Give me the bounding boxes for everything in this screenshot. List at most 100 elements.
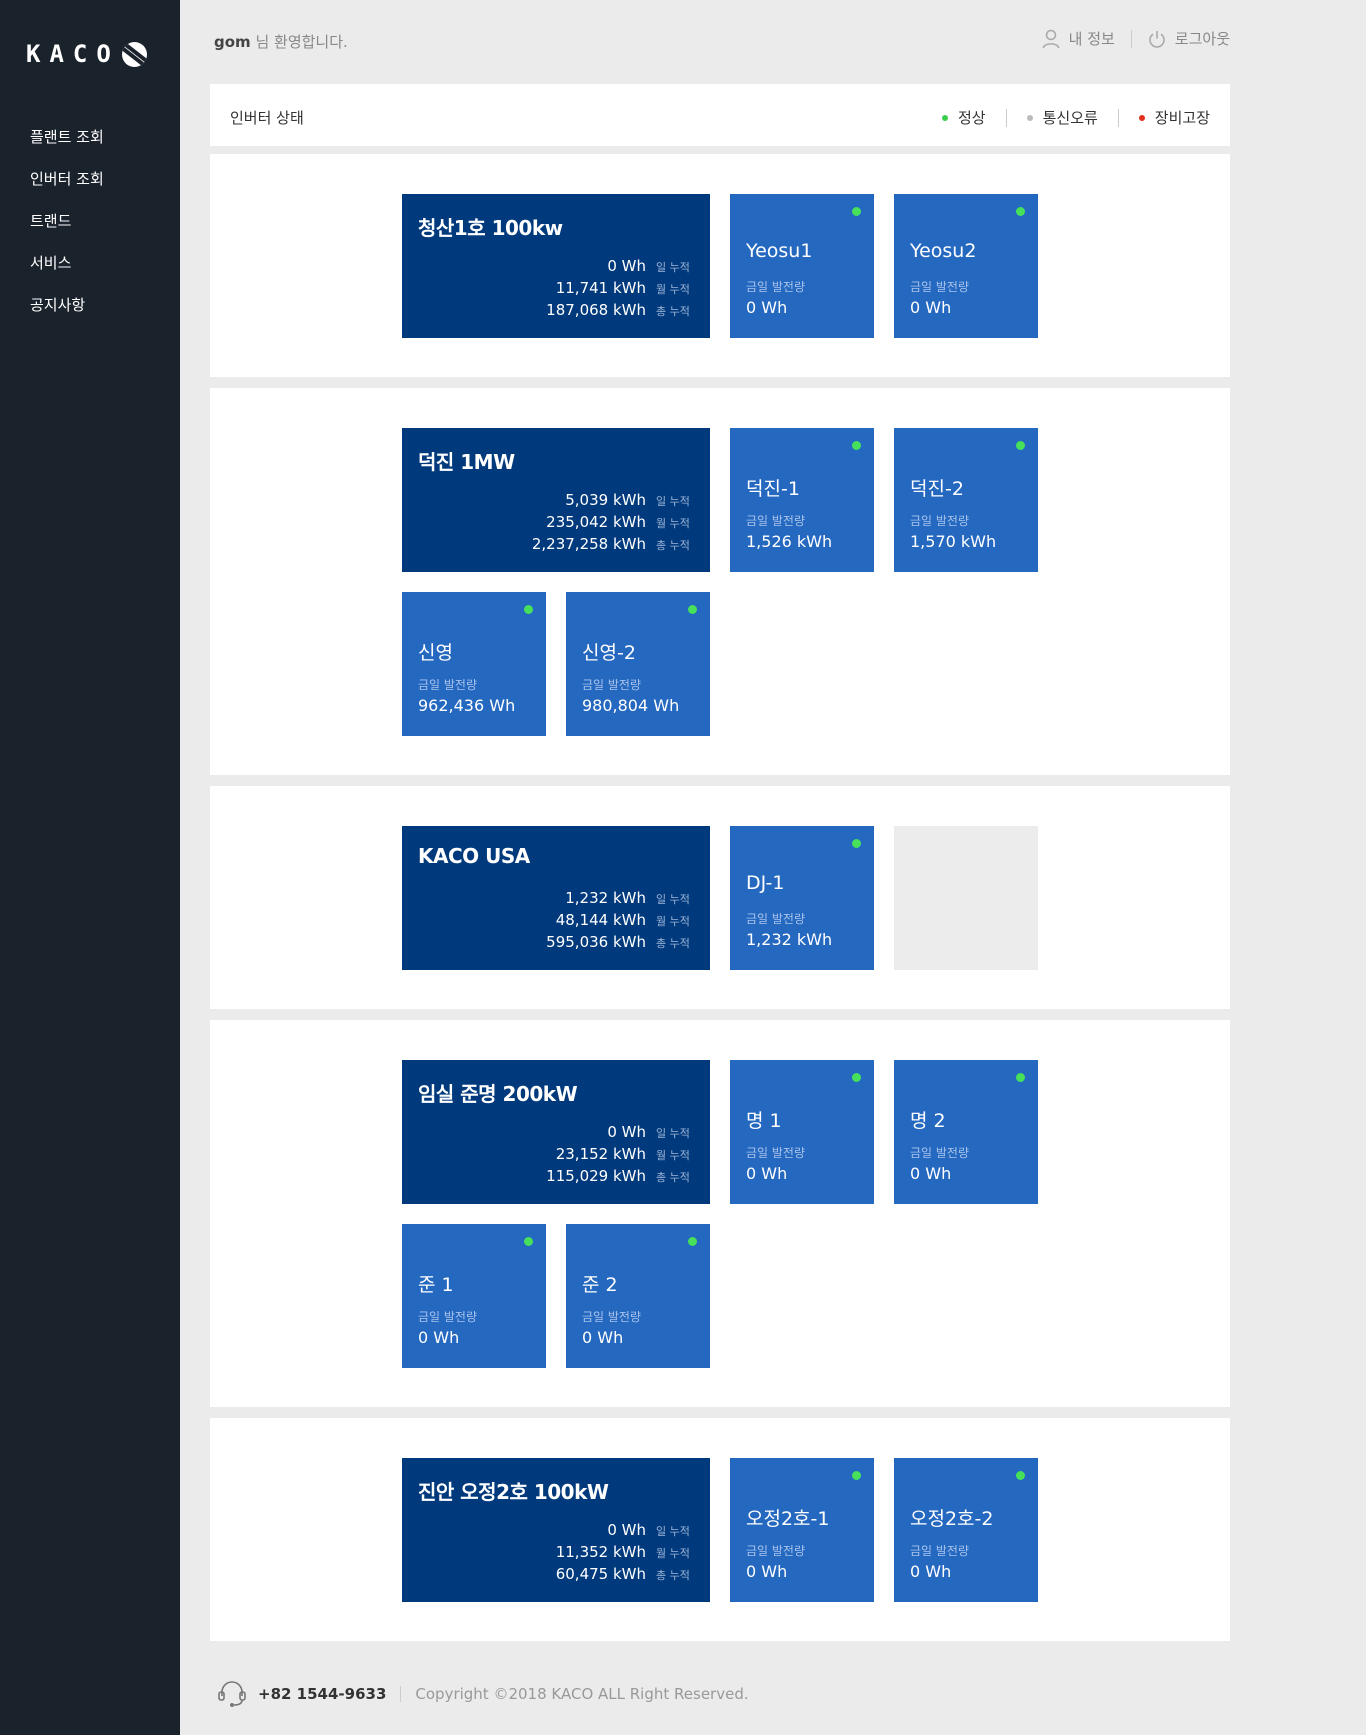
status-normal-dot-icon [1016,441,1025,450]
total-value: 187,068 kWh [546,301,646,319]
inverter-tile[interactable]: 준 2 금일 발전량 0 Wh [566,1224,710,1368]
inverter-tile[interactable]: 명 1 금일 발전량 0 Wh [730,1060,874,1204]
today-generation-label: 금일 발전량 [418,1310,478,1324]
today-generation-value: 1,232 kWh [746,930,833,949]
daily-value: 0 Wh [607,257,646,275]
plant-name: 청산1호 100kw [418,216,563,240]
inverter-name: 덕진-2 [910,478,964,500]
inverter-tile[interactable]: 오정2호-1 금일 발전량 0 Wh [730,1458,874,1602]
daily-label: 일 누적 [656,893,690,906]
plant-summary-tile[interactable]: 덕진 1MW 5,039 kWh 일 누적 235,042 kWh 월 누적 2,2… [402,428,710,572]
status-normal-dot-icon [524,605,533,614]
inverter-name: DJ-1 [746,872,785,894]
monthly-label: 월 누적 [656,1547,690,1560]
today-generation-label: 금일 발전량 [582,1310,642,1324]
monthly-value: 235,042 kWh [546,513,646,531]
today-generation-value: 962,436 Wh [418,696,516,715]
status-normal-dot-icon [852,207,861,216]
plant-section: 진안 오정2호 100kW 0 Wh 일 누적 11,352 kWh 월 누적 60… [210,1418,1230,1641]
today-generation-value: 0 Wh [910,298,952,317]
plant-summary-tile[interactable]: 진안 오정2호 100kW 0 Wh 일 누적 11,352 kWh 월 누적 60… [402,1458,710,1602]
header: gom 님 환영합니다. 내 정보 로그아웃 [210,22,1230,58]
monthly-value: 11,741 kWh [555,279,646,297]
today-generation-label: 금일 발전량 [910,280,970,294]
monthly-label: 월 누적 [656,915,690,928]
legend-normal: 정상 [941,107,986,128]
plant-summary-tile[interactable]: KACO USA 1,232 kWh 일 누적 48,144 kWh 월 누적 59… [402,826,710,970]
inverter-tile[interactable]: Yeosu2 금일 발전량 0 Wh [894,194,1038,338]
legend-device-fault-label: 장비고장 [1154,109,1210,127]
legend-divider [1005,108,1007,127]
inverter-name: 명 2 [910,1110,946,1132]
total-stat: 187,068 kWh 총 누적 [546,300,694,322]
nav-item-plant-view[interactable]: 플랜트 조회 [30,126,104,168]
welcome-suffix: 님 환영합니다. [250,33,348,51]
inverter-tile[interactable]: 덕진-1 금일 발전량 1,526 kWh [730,428,874,572]
plant-summary-tile[interactable]: 청산1호 100kw 0 Wh 일 누적 11,741 kWh 월 누적 187,0… [402,194,710,338]
today-generation-value: 1,526 kWh [746,532,833,551]
inverter-name: 준 2 [582,1274,618,1296]
headset-icon [218,1681,246,1707]
monthly-stat: 235,042 kWh 월 누적 [532,512,694,534]
device-fault-dot-icon [1138,114,1145,121]
status-normal-dot-icon [1016,1471,1025,1480]
plant-name: KACO USA [418,844,530,868]
nav-item-inverter-view[interactable]: 인버터 조회 [30,168,104,210]
today-generation-value: 1,570 kWh [910,532,997,551]
comm-error-dot-icon [1026,114,1033,121]
status-normal-dot-icon [852,1073,861,1082]
daily-value: 1,232 kWh [565,889,646,907]
total-value: 115,029 kWh [546,1167,646,1185]
inverter-tile[interactable]: 덕진-2 금일 발전량 1,570 kWh [894,428,1038,572]
legend-divider [1117,108,1119,127]
plant-section: 임실 준명 200kW 0 Wh 일 누적 23,152 kWh 월 누적 115,… [210,1020,1230,1407]
my-info-label: 내 정보 [1068,30,1115,48]
status-normal-dot-icon [1016,1073,1025,1082]
daily-value: 0 Wh [607,1123,646,1141]
total-label: 총 누적 [656,937,690,950]
monthly-stat: 23,152 kWh 월 누적 [546,1144,694,1166]
inverter-name: 오정2호-1 [746,1508,830,1530]
inverter-name: Yeosu2 [910,240,977,262]
today-generation-value: 0 Wh [418,1328,460,1347]
plant-stats: 0 Wh 일 누적 11,352 kWh 월 누적 60,475 kWh 총 누적 [556,1520,694,1586]
total-label: 총 누적 [656,539,690,552]
plant-section: 청산1호 100kw 0 Wh 일 누적 11,741 kWh 월 누적 187,0… [210,154,1230,377]
inverter-name: 준 1 [418,1274,454,1296]
daily-stat: 5,039 kWh 일 누적 [532,490,694,512]
inverter-tile[interactable]: 오정2호-2 금일 발전량 0 Wh [894,1458,1038,1602]
today-generation-value: 0 Wh [910,1164,952,1183]
today-generation-label: 금일 발전량 [746,1146,806,1160]
daily-label: 일 누적 [656,1127,690,1140]
nav-item-service[interactable]: 서비스 [30,252,104,294]
nav-item-trend[interactable]: 트랜드 [30,210,104,252]
plant-summary-tile[interactable]: 임실 준명 200kW 0 Wh 일 누적 23,152 kWh 월 누적 115,… [402,1060,710,1204]
logout-button[interactable]: 로그아웃 [1148,28,1230,49]
legend-comm-error-label: 통신오류 [1042,109,1098,127]
total-value: 2,237,258 kWh [531,535,646,553]
inverter-tile[interactable]: DJ-1 금일 발전량 1,232 kWh [730,826,874,970]
monthly-label: 월 누적 [656,517,690,530]
header-actions: 내 정보 로그아웃 [1042,28,1230,49]
inverter-tile[interactable]: 명 2 금일 발전량 0 Wh [894,1060,1038,1204]
inverter-tile[interactable]: 신영-2 금일 발전량 980,804 Wh [566,592,710,736]
inverter-tile[interactable]: 신영 금일 발전량 962,436 Wh [402,592,546,736]
nav-item-notice[interactable]: 공지사항 [30,294,104,336]
today-generation-value: 980,804 Wh [582,696,680,715]
daily-label: 일 누적 [656,1525,690,1538]
daily-stat: 0 Wh 일 누적 [556,1520,694,1542]
total-label: 총 누적 [656,1171,690,1184]
main-nav: 플랜트 조회 인버터 조회 트랜드 서비스 공지사항 [30,126,104,336]
monthly-value: 11,352 kWh [555,1543,646,1561]
plant-name: 덕진 1MW [418,450,515,474]
inverter-tile[interactable]: Yeosu1 금일 발전량 0 Wh [730,194,874,338]
today-generation-label: 금일 발전량 [910,514,970,528]
plant-name: 진안 오정2호 100kW [418,1480,609,1504]
kaco-logo[interactable]: KACO [26,40,147,68]
monthly-label: 월 누적 [656,283,690,296]
status-normal-dot-icon [852,1471,861,1480]
inverter-tile[interactable]: 준 1 금일 발전량 0 Wh [402,1224,546,1368]
my-info-button[interactable]: 내 정보 [1042,28,1115,49]
today-generation-value: 0 Wh [910,1562,952,1581]
status-normal-dot-icon [852,839,861,848]
